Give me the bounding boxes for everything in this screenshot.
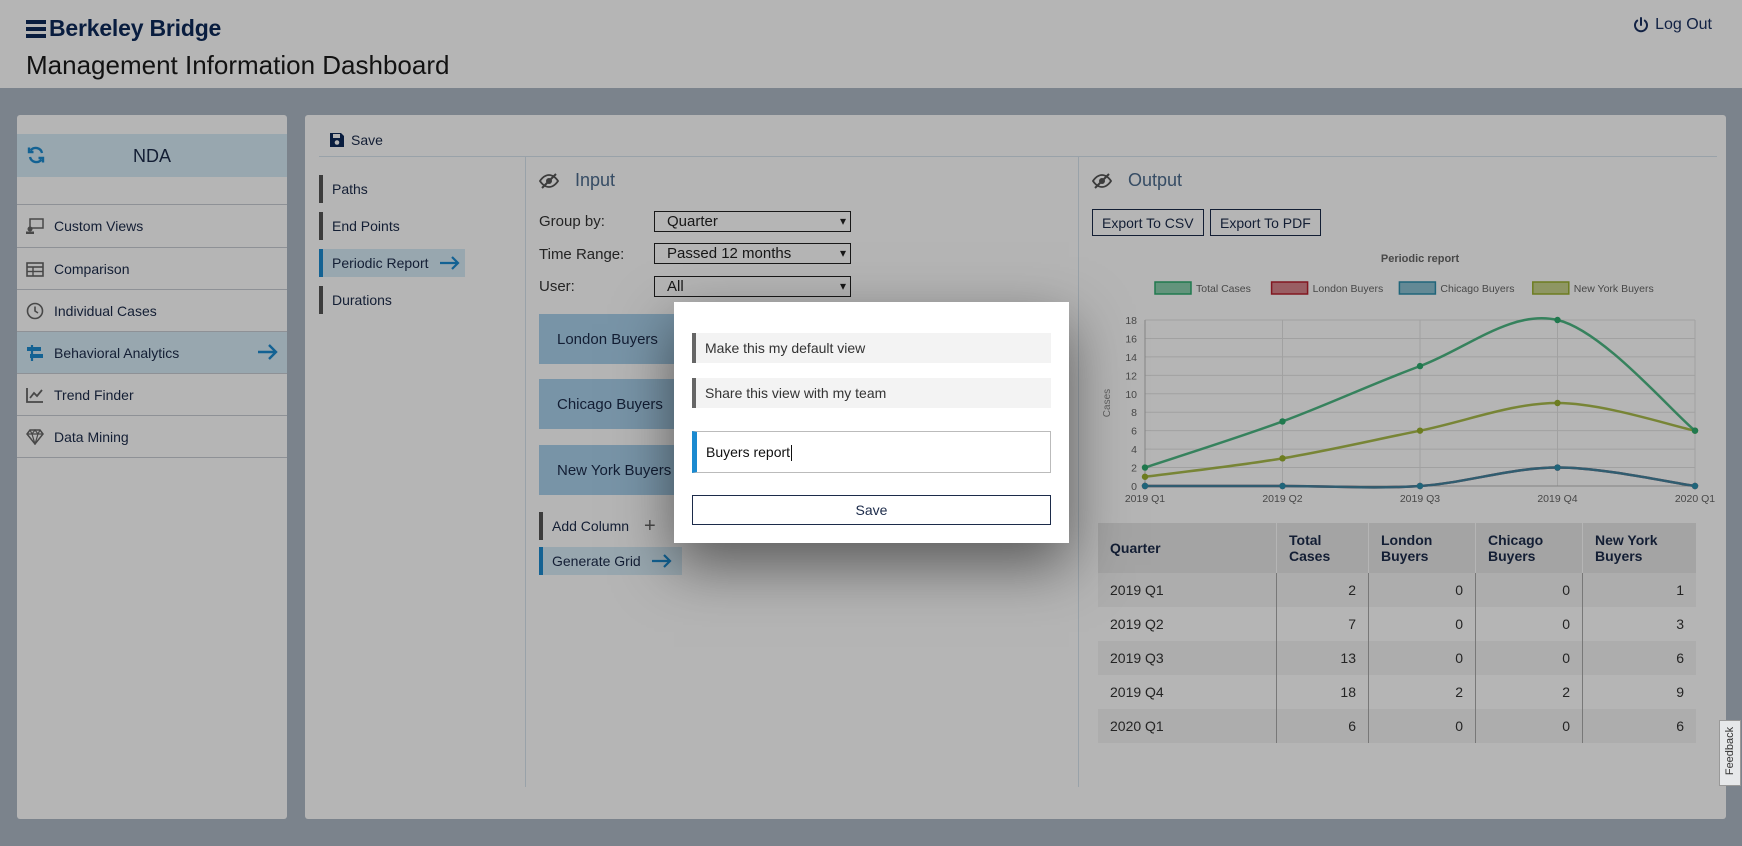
default-view-option[interactable]: Make this my default view — [692, 333, 1051, 363]
feedback-tab[interactable]: Feedback — [1719, 720, 1741, 786]
view-name-input[interactable]: Buyers report — [692, 431, 1051, 473]
dialog-save-button[interactable]: Save — [692, 495, 1051, 525]
feedback-label: Feedback — [1724, 726, 1736, 776]
save-view-dialog: Make this my default view Share this vie… — [674, 302, 1069, 543]
share-view-option[interactable]: Share this view with my team — [692, 378, 1051, 408]
text-caret — [791, 445, 793, 462]
view-name-value: Buyers report — [706, 444, 791, 460]
